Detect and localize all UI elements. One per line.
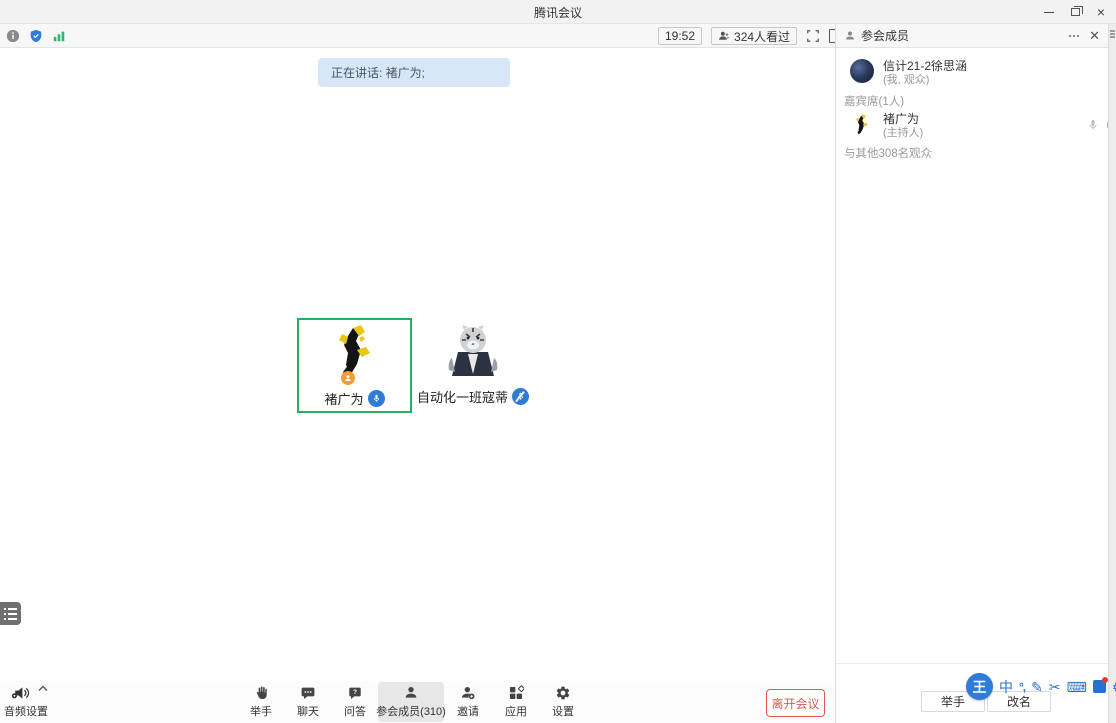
ime-logo-icon[interactable]: 王 xyxy=(966,673,993,700)
menu-icon xyxy=(1110,30,1115,32)
network-quality-icon[interactable] xyxy=(52,29,66,43)
ime-clip-icon[interactable]: ✂ xyxy=(1049,678,1061,696)
guest-section-label: 嘉宾席(1人) xyxy=(844,93,904,109)
leave-meeting-button[interactable]: 离开会议 xyxy=(766,689,825,717)
speaker-icon xyxy=(10,685,30,701)
speaking-banner: 正在讲话: 褚广为; xyxy=(318,58,510,87)
toolbar-participants[interactable]: 参会成员(310) xyxy=(378,682,444,722)
toolbar-settings[interactable]: 设置 xyxy=(533,682,593,722)
svg-text:?: ? xyxy=(353,689,357,696)
meeting-toolbar-left xyxy=(6,24,66,48)
close-window-button[interactable]: × xyxy=(1086,0,1116,24)
audio-settings-label: 音频设置 xyxy=(4,703,74,719)
mic-icon xyxy=(1087,118,1099,132)
restore-icon xyxy=(1071,8,1080,16)
tile-name-row: 褚广为 xyxy=(324,389,384,408)
participant-name: 褚广为 xyxy=(324,389,363,408)
toolbar-label: 设置 xyxy=(552,703,574,719)
meeting-timer: 19:52 xyxy=(658,27,702,45)
list-icon xyxy=(4,608,21,610)
meeting-protect-icon[interactable] xyxy=(29,29,43,43)
docked-window-edge[interactable] xyxy=(1108,24,1116,723)
qa-icon: ? xyxy=(347,685,363,701)
toolbar-label: 问答 xyxy=(344,703,366,719)
participants-panel: 参会成员 ✕ 信计21-2徐思涵 (我, 观众) 嘉宾席(1人) 褚广为 xyxy=(835,24,1108,723)
ime-language-mode[interactable]: 中 xyxy=(999,678,1013,696)
ime-handwriting-icon[interactable]: ✎ xyxy=(1031,678,1043,696)
ime-punctuation-icon[interactable]: °, xyxy=(1019,678,1025,696)
window-title: 腾讯会议 xyxy=(0,4,1116,21)
invite-icon xyxy=(460,685,476,701)
participant-row-self[interactable]: 信计21-2徐思涵 (我, 观众) xyxy=(850,59,967,87)
close-panel-icon[interactable]: ✕ xyxy=(1089,28,1100,44)
participant-row-host[interactable]: 褚广为 (主持人) xyxy=(850,112,923,140)
mic-muted-icon xyxy=(512,388,529,405)
viewer-count-text: 324人看过 xyxy=(734,28,790,45)
participant-name: 褚广为 xyxy=(883,112,923,126)
panel-title: 参会成员 xyxy=(861,27,909,44)
avatar-image xyxy=(323,324,387,382)
video-tile-chuguangwei[interactable]: 褚广为 xyxy=(297,318,412,413)
settings-gear-icon xyxy=(555,685,571,701)
tencent-meeting-window: 腾讯会议 × 19:52 324人看过 xyxy=(0,0,1116,723)
viewer-count-badge[interactable]: 324人看过 xyxy=(711,27,797,45)
apps-icon xyxy=(508,685,524,701)
toolbar-label: 应用 xyxy=(505,703,527,719)
bottom-toolbar: 音频设置 举手 聊天 ? 问答 参会成员(310) 邀请 应用 设置 xyxy=(0,681,834,723)
ime-keyboard-icon[interactable]: ⌨ xyxy=(1067,678,1087,696)
chevron-up-icon[interactable] xyxy=(38,685,48,692)
host-badge-icon xyxy=(341,371,355,385)
participant-name: 自动化一班寇蒂 xyxy=(417,387,508,406)
raise-hand-icon xyxy=(253,685,269,701)
meeting-time-text: 19:52 xyxy=(665,29,695,43)
avatar xyxy=(850,112,874,138)
close-icon: × xyxy=(1097,4,1105,20)
fullscreen-icon[interactable] xyxy=(806,29,820,43)
participants-icon xyxy=(403,685,419,701)
meeting-toolbar-right: 19:52 324人看过 xyxy=(658,24,840,48)
more-options-icon[interactable] xyxy=(1069,35,1079,37)
avatar xyxy=(323,324,387,387)
chat-icon xyxy=(300,685,316,701)
video-tile-koudi[interactable]: 自动化一班寇蒂 xyxy=(417,318,529,413)
ime-toolbar: 王 中 °, ✎ ✂ ⌨ ⚙ xyxy=(966,673,1116,700)
participant-role: (主持人) xyxy=(883,126,923,140)
tile-name-row: 自动化一班寇蒂 xyxy=(417,387,529,406)
avatar xyxy=(444,322,502,385)
info-icon[interactable] xyxy=(6,29,20,43)
participant-role: (我, 观众) xyxy=(883,73,967,87)
collapsed-list-handle[interactable] xyxy=(0,602,21,625)
participants-icon xyxy=(844,30,856,42)
avatar-image xyxy=(444,322,502,380)
toolbar-label: 举手 xyxy=(250,703,272,719)
viewers-icon xyxy=(718,30,730,42)
toolbar-label: 参会成员(310) xyxy=(376,703,446,719)
other-viewers-label: 与其他308名观众 xyxy=(844,145,932,161)
minimize-icon xyxy=(1044,12,1054,13)
participant-name: 信计21-2徐思涵 xyxy=(883,59,967,73)
toolbar-label: 聊天 xyxy=(297,703,319,719)
main-stage: 正在讲话: 褚广为; 褚广为 xyxy=(0,48,834,681)
ime-toolbox-icon[interactable] xyxy=(1093,680,1106,693)
toolbar-label: 邀请 xyxy=(457,703,479,719)
ime-settings-icon[interactable]: ⚙ xyxy=(1112,678,1116,696)
avatar xyxy=(850,59,874,83)
audio-settings-control[interactable]: 音频设置 xyxy=(4,685,74,719)
mic-on-icon xyxy=(368,390,385,407)
window-titlebar: 腾讯会议 × xyxy=(0,0,1116,24)
participants-panel-header: 参会成员 ✕ xyxy=(836,24,1108,48)
